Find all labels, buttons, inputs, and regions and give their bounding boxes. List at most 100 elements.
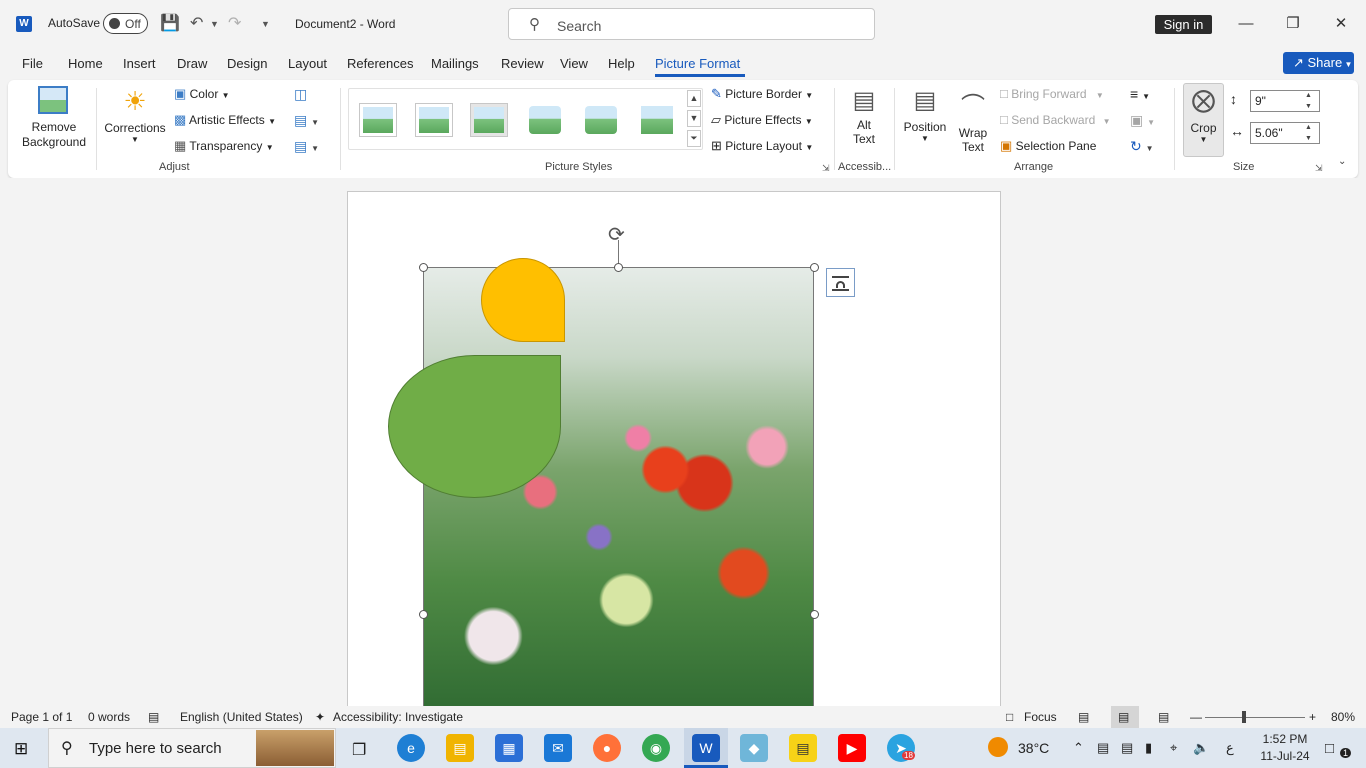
tab-home[interactable]: Home [68, 56, 103, 71]
remove-background-button[interactable]: Remove Background [18, 86, 90, 154]
language-indicator[interactable]: ع [1226, 740, 1234, 756]
edge-icon[interactable]: e [397, 734, 425, 762]
rotate-icon[interactable]: ↻ ▼ [1130, 138, 1154, 155]
dialog-launcher-icon[interactable]: ⇲ [1315, 163, 1323, 174]
redo-icon[interactable]: ↷ [228, 14, 241, 34]
battery-icon[interactable]: ▮ [1145, 740, 1152, 756]
clock-time[interactable]: 1:52 PM [1260, 732, 1310, 746]
gallery-up-icon[interactable]: ▲ [687, 90, 701, 107]
page-count[interactable]: Page 1 of 1 [11, 710, 72, 724]
zoom-slider-thumb[interactable] [1242, 711, 1246, 723]
language-label[interactable]: English (United States) [180, 710, 303, 724]
wrap-text-button[interactable]: ⌒ Wrap Text [954, 86, 992, 154]
corrections-button[interactable]: ☀ Corrections ▼ [102, 86, 168, 154]
accessibility-status[interactable]: Accessibility: Investigate [333, 710, 463, 724]
gallery-more-icon[interactable]: ⏷ [687, 130, 701, 147]
artistic-effects-button[interactable]: ▩ Artistic Effects ▼ [174, 112, 276, 132]
picture-effects-button[interactable]: ▱ Picture Effects ▼ [711, 112, 813, 132]
position-button[interactable]: ▤ Position ▼ [902, 86, 948, 143]
picture-style-6[interactable] [638, 103, 676, 137]
reset-picture-icon[interactable]: ▤ ▼ [294, 138, 319, 155]
print-layout-icon[interactable]: ▤ [1118, 710, 1129, 724]
resize-handle-top-right[interactable] [810, 263, 819, 272]
picture-style-5[interactable] [582, 103, 620, 137]
tab-view[interactable]: View [560, 56, 588, 71]
undo-icon[interactable]: ↶ [190, 14, 203, 34]
bring-forward-button[interactable]: □ Bring Forward ▼ [1000, 86, 1104, 106]
close-icon[interactable]: ✕ [1318, 8, 1364, 40]
group-icon[interactable]: ▣ ▼ [1130, 112, 1155, 129]
youtube-icon[interactable]: ▶ [838, 734, 866, 762]
picture-style-2[interactable] [415, 103, 453, 137]
task-view-icon[interactable]: ❐ [352, 740, 366, 760]
show-hidden-icons[interactable]: ⌃ [1073, 740, 1084, 756]
picture-style-4[interactable] [526, 103, 564, 137]
web-layout-icon[interactable]: ▤ [1158, 710, 1169, 724]
security-icon[interactable]: ▤ [1121, 740, 1133, 756]
file-explorer-icon[interactable]: ▤ [446, 734, 474, 762]
tab-design[interactable]: Design [227, 56, 267, 71]
search-input[interactable]: ⚲ Search [508, 8, 875, 40]
autosave-toggle[interactable]: Off [103, 13, 148, 34]
send-backward-button[interactable]: □ Send Backward ▼ [1000, 112, 1111, 132]
width-spinner[interactable]: ▲ ▼ [1305, 122, 1312, 144]
picture-layout-button[interactable]: ⊞ Picture Layout ▼ [711, 138, 813, 158]
share-button[interactable]: ↗ Share ▼ [1283, 52, 1354, 74]
resize-handle-right[interactable] [810, 610, 819, 619]
height-spinner[interactable]: ▲ ▼ [1305, 90, 1312, 112]
rotate-handle-icon[interactable]: ⟳ [608, 222, 625, 247]
align-icon[interactable]: ≡ ▼ [1130, 86, 1150, 102]
crop-button[interactable]: ⨂ Crop ▼ [1183, 83, 1224, 157]
document-area[interactable]: ⟳ [0, 178, 1366, 706]
tab-file[interactable]: File [22, 56, 43, 71]
microsoft-store-icon[interactable]: ▦ [495, 734, 523, 762]
proofing-icon[interactable]: ▤ [148, 710, 159, 724]
change-picture-icon[interactable]: ▤ ▼ [294, 112, 319, 129]
sticky-notes-icon[interactable]: ▤ [789, 734, 817, 762]
tab-insert[interactable]: Insert [123, 56, 156, 71]
minimize-icon[interactable]: — [1223, 8, 1269, 40]
wifi-icon[interactable]: ⌖ [1170, 740, 1177, 756]
picture-style-3[interactable] [470, 103, 508, 137]
word-count[interactable]: 0 words [88, 710, 130, 724]
selection-pane-button[interactable]: ▣ Selection Pane [1000, 138, 1096, 158]
customize-qat-icon[interactable]: ▼ [261, 14, 270, 34]
read-mode-icon[interactable]: ▤ [1078, 710, 1089, 724]
zoom-out-icon[interactable]: — [1190, 710, 1202, 724]
zoom-level[interactable]: 80% [1331, 710, 1355, 724]
app-icon[interactable]: ◆ [740, 734, 768, 762]
clock-date[interactable]: 11-Jul-24 [1257, 749, 1313, 763]
weather-icon[interactable] [988, 737, 1008, 757]
restore-icon[interactable]: ❐ [1270, 8, 1316, 40]
picture-style-1[interactable] [359, 103, 397, 137]
windows-start-icon[interactable]: ⊞ [14, 739, 28, 759]
compress-pictures-icon[interactable]: ◫ [294, 86, 307, 103]
dialog-launcher-icon[interactable]: ⇲ [822, 163, 830, 174]
tab-picture-format[interactable]: Picture Format [655, 56, 740, 71]
teardrop-shape-yellow[interactable] [481, 258, 565, 342]
tab-layout[interactable]: Layout [288, 56, 327, 71]
zoom-in-icon[interactable]: + [1309, 710, 1316, 724]
picture-border-button[interactable]: ✎ Picture Border ▼ [711, 86, 813, 106]
tab-draw[interactable]: Draw [177, 56, 207, 71]
mail-icon[interactable]: ✉ [544, 734, 572, 762]
zoom-slider[interactable] [1205, 717, 1305, 718]
transparency-button[interactable]: ▦ Transparency ▼ [174, 138, 274, 158]
alt-text-button[interactable]: ▤ Alt Text [844, 86, 884, 146]
layout-options-button[interactable] [826, 268, 855, 297]
sign-in-button[interactable]: Sign in [1155, 15, 1212, 34]
chrome-icon[interactable]: ◉ [642, 734, 670, 762]
word-taskbar-icon[interactable]: W [692, 734, 720, 762]
collapse-ribbon-icon[interactable]: ⌄ [1338, 156, 1346, 167]
resize-handle-left[interactable] [419, 610, 428, 619]
weather-temp[interactable]: 38°C [1018, 740, 1049, 756]
notification-icon[interactable]: □ [1325, 740, 1334, 757]
undo-dropdown-icon[interactable]: ▼ [210, 14, 219, 34]
meet-now-icon[interactable]: ▤ [1097, 740, 1109, 756]
save-icon[interactable]: 💾 [160, 14, 180, 34]
tab-references[interactable]: References [347, 56, 413, 71]
resize-handle-top[interactable] [614, 263, 623, 272]
resize-handle-top-left[interactable] [419, 263, 428, 272]
volume-icon[interactable]: 🔈 [1193, 740, 1209, 756]
tab-help[interactable]: Help [608, 56, 635, 71]
